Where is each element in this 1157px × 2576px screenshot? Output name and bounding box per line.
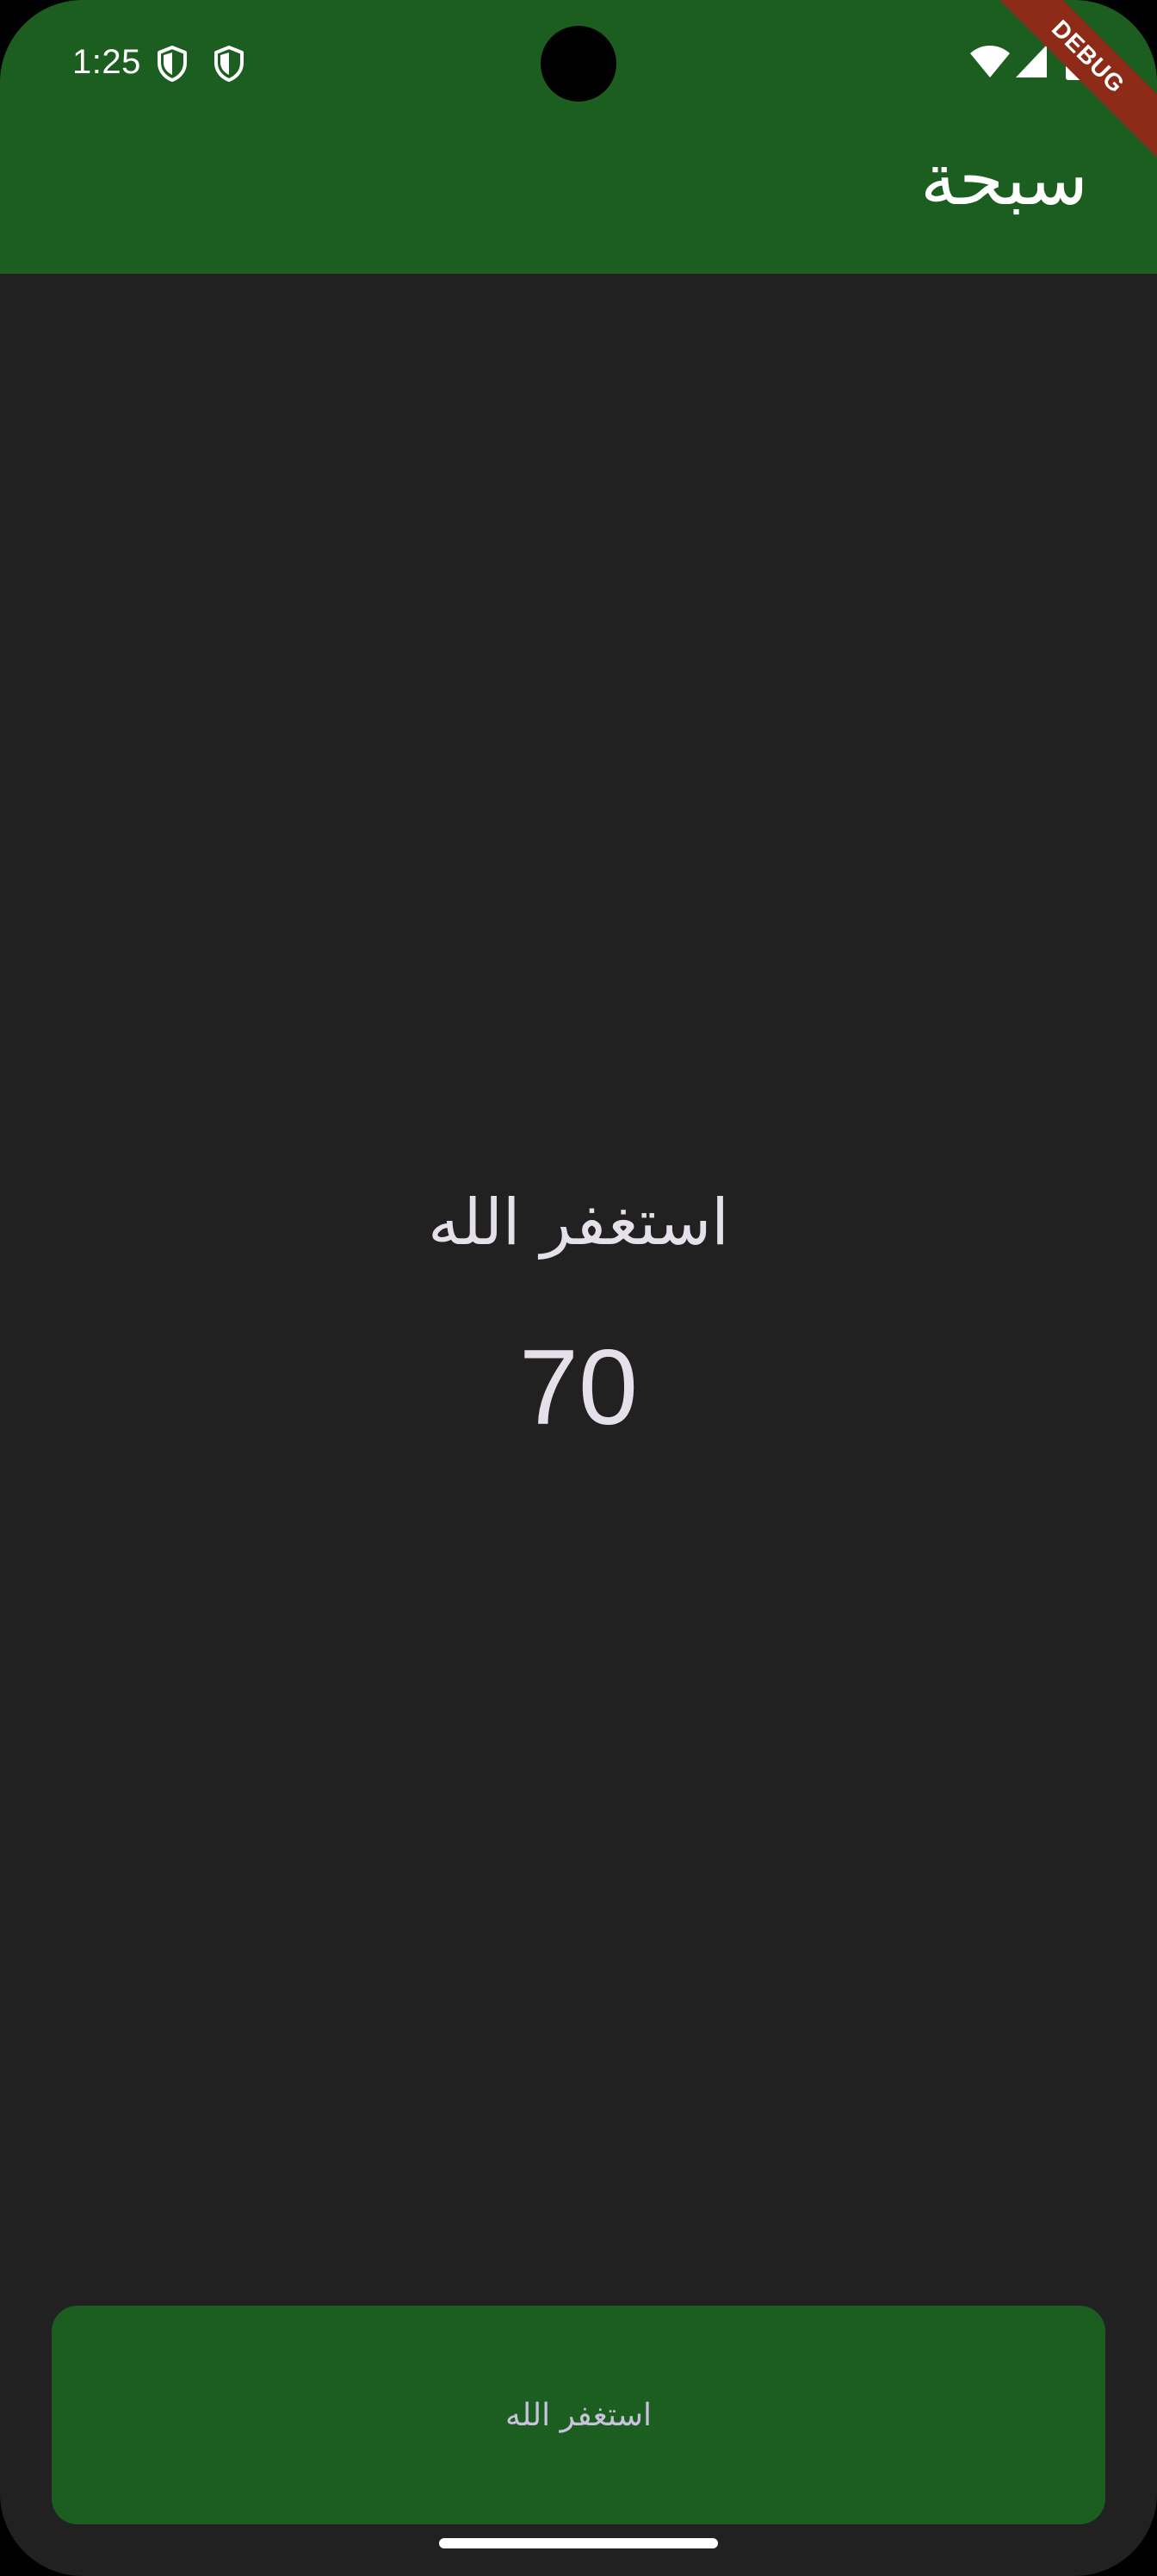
tasbeeh-button[interactable]: استغفر الله (52, 2306, 1105, 2524)
app-screen: 1:25 DEBUG سبحة استغفر الله 70 استغفر ال… (0, 0, 1157, 2576)
page-title: سبحة (920, 137, 1088, 221)
tasbeeh-counter: 70 (519, 1328, 638, 1447)
dhikr-text: استغفر الله (428, 1186, 729, 1260)
shield-icon (155, 45, 189, 86)
camera-cutout (541, 26, 616, 102)
wifi-icon (969, 43, 1011, 83)
debug-banner-label: DEBUG (1046, 15, 1130, 99)
tasbeeh-button-label: استغفر الله (504, 2397, 653, 2433)
home-indicator[interactable] (439, 2538, 718, 2548)
shield-icon (212, 45, 246, 86)
signal-icon (1014, 43, 1049, 83)
status-time: 1:25 (72, 43, 141, 81)
app-header: 1:25 DEBUG سبحة (0, 0, 1157, 274)
